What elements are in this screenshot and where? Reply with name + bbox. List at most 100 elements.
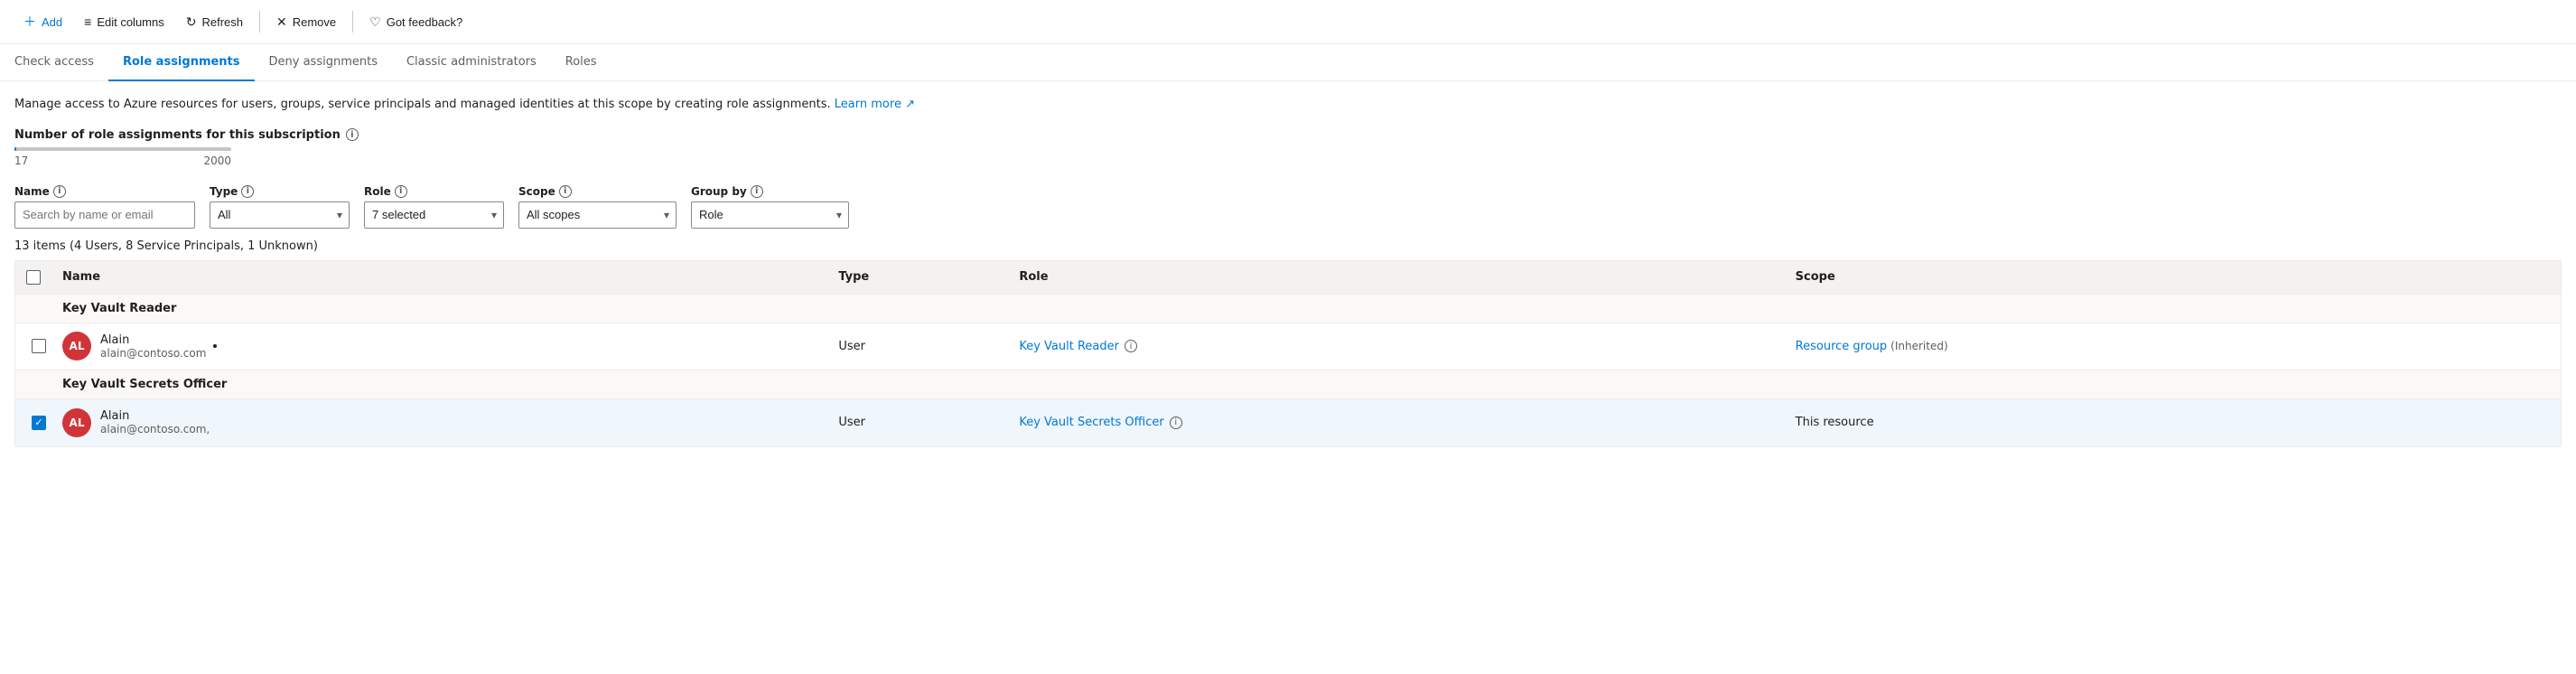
row1-type: User [838,340,865,353]
filter-type-group: Type i All User Group Service Principal … [210,185,350,229]
row1-name-cell: AL Alain alain@contoso.com [51,324,827,368]
groupby-select-wrapper: Role Type Scope None [691,201,849,229]
add-icon: ＋ [23,13,36,31]
row2-scope-cell: This resource [1785,408,2561,436]
progress-max: 2000 [203,154,231,167]
progress-title-text: Number of role assignments for this subs… [14,128,341,142]
description-body: Manage access to Azure resources for use… [14,98,831,111]
row1-user-name: Alain [100,333,206,347]
row1-scope-link[interactable]: Resource group [1796,340,1888,353]
items-count: 13 items (4 Users, 8 Service Principals,… [14,239,2562,253]
toolbar: ＋ Add ≡ Edit columns ↻ Refresh ✕ Remove … [0,0,2576,44]
progress-title: Number of role assignments for this subs… [14,128,2562,142]
remove-label: Remove [293,15,336,29]
row1-type-cell: User [827,332,1008,360]
filter-groupby-group: Group by i Role Type Scope None [691,185,849,229]
name-filter-info-icon[interactable]: i [53,185,66,198]
progress-labels: 17 2000 [14,154,231,167]
heart-icon: ♡ [369,14,381,30]
row1-user-email: alain@contoso.com [100,347,206,360]
row1-user-details: Alain alain@contoso.com [100,333,206,360]
row2-name-cell: AL Alain alain@contoso.com, [51,401,827,445]
learn-more-link[interactable]: Learn more ↗ [835,98,915,111]
refresh-button[interactable]: ↻ Refresh [177,9,252,35]
row2-role-link[interactable]: Key Vault Secrets Officer i [1019,416,1181,429]
add-label: Add [42,15,62,29]
role-select[interactable]: 7 selected All Key Vault Reader Key Vaul… [364,201,504,229]
refresh-icon: ↻ [186,14,197,30]
row2-type: User [838,416,865,429]
role-select-wrapper: 7 selected All Key Vault Reader Key Vaul… [364,201,504,229]
row2-user-name: Alain [100,409,210,423]
row2-avatar: AL [62,408,91,437]
progress-section: Number of role assignments for this subs… [14,128,2562,167]
row2-role-cell: Key Vault Secrets Officer i [1008,408,1784,436]
learn-more-label: Learn more [835,98,901,111]
divider-2 [352,11,353,33]
add-button[interactable]: ＋ Add [14,7,71,36]
scope-select[interactable]: All scopes This resource Resource group … [518,201,677,229]
edit-columns-button[interactable]: ≡ Edit columns [75,9,173,34]
scope-select-wrapper: All scopes This resource Resource group … [518,201,677,229]
filter-name-group: Name i [14,185,195,229]
groupby-filter-info-icon[interactable]: i [751,185,763,198]
type-select-wrapper: All User Group Service Principal Managed… [210,201,350,229]
filter-type-label: Type i [210,185,350,198]
row1-user-info: AL Alain alain@contoso.com [62,332,217,360]
table-row: AL Alain alain@contoso.com User Key Vaul… [15,323,2561,370]
columns-icon: ≡ [84,14,91,29]
remove-button[interactable]: ✕ Remove [267,9,345,35]
table-container: Name Type Role Scope Key Vault Reader [14,260,2562,447]
header-role: Role [1008,261,1784,294]
row1-checkbox[interactable] [32,339,46,353]
edit-columns-label: Edit columns [97,15,163,29]
row2-user-details: Alain alain@contoso.com, [100,409,210,435]
progress-info-icon[interactable]: i [346,128,359,141]
tabs-nav: Check access Role assignments Deny assig… [0,44,2576,81]
feedback-label: Got feedback? [387,15,463,29]
row1-avatar: AL [62,332,91,360]
row2-type-cell: User [827,408,1008,436]
feedback-button[interactable]: ♡ Got feedback? [360,9,471,35]
type-filter-info-icon[interactable]: i [241,185,254,198]
tab-check-access[interactable]: Check access [14,44,108,81]
filter-scope-group: Scope i All scopes This resource Resourc… [518,185,677,229]
main-content: Manage access to Azure resources for use… [0,81,2576,462]
remove-icon: ✕ [276,14,287,30]
role-filter-info-icon[interactable]: i [395,185,407,198]
tab-role-assignments[interactable]: Role assignments [108,44,255,81]
row1-role-text: Key Vault Reader [1019,340,1119,353]
row1-role-info-icon[interactable]: i [1125,340,1137,352]
row2-scope-text: This resource [1796,416,1874,429]
row2-checkbox[interactable] [32,416,46,430]
filter-scope-label: Scope i [518,185,677,198]
header-scope: Scope [1785,261,2561,294]
tab-classic-administrators[interactable]: Classic administrators [392,44,551,81]
table-header: Name Type Role Scope [15,261,2561,295]
tab-roles[interactable]: Roles [551,44,611,81]
row1-role-link[interactable]: Key Vault Reader i [1019,340,1137,353]
scope-filter-info-icon[interactable]: i [559,185,572,198]
progress-current: 17 [14,154,28,167]
search-input[interactable] [14,201,195,229]
progress-bar-container [14,147,231,151]
divider-1 [259,11,260,33]
filter-groupby-label: Group by i [691,185,849,198]
row1-scope-cell: Resource group (Inherited) [1785,332,2561,360]
filter-name-label: Name i [14,185,195,198]
row2-role-info-icon[interactable]: i [1170,417,1182,429]
progress-bar-fill [14,147,16,151]
header-checkbox-cell [15,261,51,294]
external-link-icon: ↗ [905,98,915,111]
tab-deny-assignments[interactable]: Deny assignments [255,44,392,81]
groupby-select[interactable]: Role Type Scope None [691,201,849,229]
header-type: Type [827,261,1008,294]
select-all-checkbox[interactable] [26,270,41,285]
row2-user-email: alain@contoso.com, [100,423,210,435]
row2-user-info: AL Alain alain@contoso.com, [62,408,210,437]
row2-role-text: Key Vault Secrets Officer [1019,416,1163,429]
type-select[interactable]: All User Group Service Principal Managed… [210,201,350,229]
group-header-key-vault-reader: Key Vault Reader [15,295,2561,323]
row1-checkbox-cell [15,332,51,360]
filter-role-group: Role i 7 selected All Key Vault Reader K… [364,185,504,229]
